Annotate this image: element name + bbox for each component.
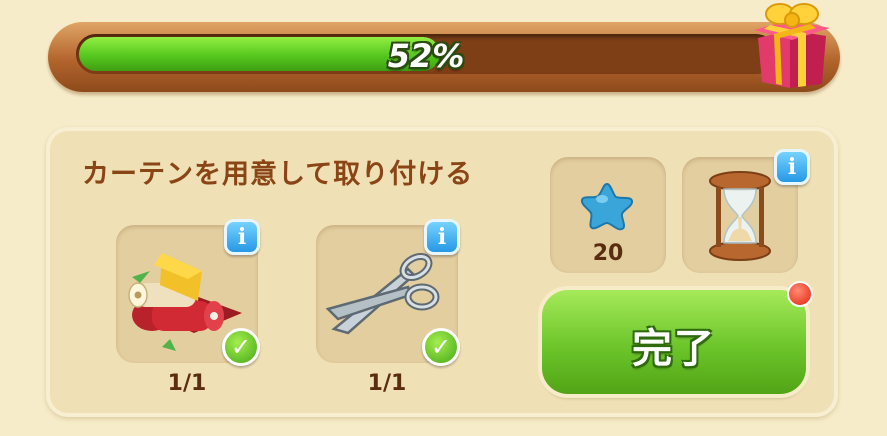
info-button-scissors[interactable]: i	[424, 219, 460, 255]
requirement-count-scissors: 1/1	[367, 371, 407, 396]
completed-check-icon: ✓	[222, 328, 260, 366]
task-panel: カーテンを用意して取り付ける i ✓ 1/1 i ✓ 1/1 20 i 完了	[46, 127, 838, 417]
task-title: カーテンを用意して取り付ける	[82, 159, 474, 190]
hourglass-icon	[709, 171, 771, 261]
reward-star-count: 20	[592, 241, 624, 266]
info-button-fabric[interactable]: i	[224, 219, 260, 255]
complete-button[interactable]: 完了	[542, 290, 806, 394]
info-button-hourglass[interactable]: i	[774, 149, 810, 185]
requirement-slot-fabric[interactable]: i ✓	[116, 219, 260, 366]
progress-percent: 52%	[387, 37, 465, 74]
reward-hourglass-slot: i	[682, 149, 810, 273]
complete-button-label: 完了	[632, 326, 716, 372]
gift-box-icon[interactable]	[750, 0, 832, 92]
completed-check-icon: ✓	[422, 328, 460, 366]
blue-star-icon	[580, 182, 634, 231]
progress-track: 52%	[76, 34, 776, 74]
reward-star-slot: 20	[550, 157, 666, 273]
requirement-slot-scissors[interactable]: i ✓	[316, 219, 460, 366]
requirement-count-fabric: 1/1	[167, 371, 207, 396]
notification-dot	[787, 281, 813, 307]
progress-bar: 52%	[48, 22, 840, 92]
